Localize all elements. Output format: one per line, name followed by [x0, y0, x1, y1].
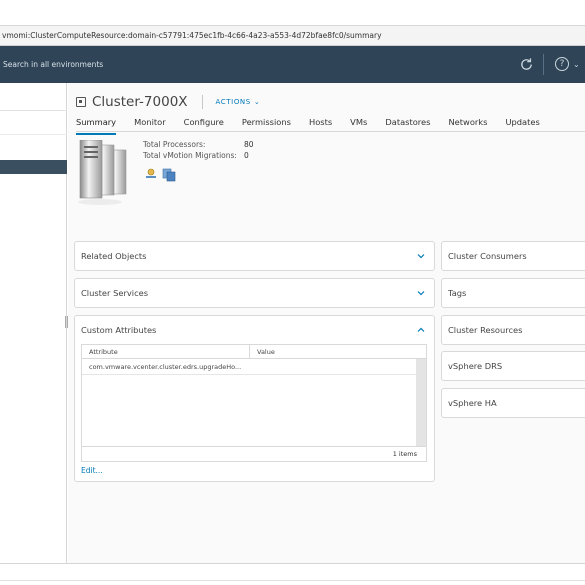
server-cluster-icon	[78, 140, 127, 205]
column-header-attribute[interactable]: Attribute	[89, 345, 118, 359]
cluster-summary-properties: Total Processors: 80 Total vMotion Migrat…	[143, 139, 254, 161]
actions-label: ACTIONS	[215, 98, 251, 106]
attribute-cell: com.vmware.vcenter.cluster.edrs.upgradeH…	[89, 363, 242, 371]
tab-summary[interactable]: Summary	[76, 117, 117, 135]
cluster-services-card[interactable]: Cluster Services	[74, 278, 435, 308]
vsphere-ha-title: vSphere HA	[448, 398, 497, 408]
browser-tab-strip	[0, 0, 585, 26]
tab-permissions[interactable]: Permissions	[242, 117, 291, 131]
summary-status-icons	[145, 168, 176, 182]
column-resize-handle[interactable]	[249, 345, 250, 359]
processors-value: 80	[244, 140, 254, 149]
navigator-sidebar	[0, 83, 68, 563]
table-scrollbar[interactable]	[416, 359, 426, 447]
chevron-down-icon[interactable]: ⌄	[573, 60, 580, 69]
table-footer: 1 items	[82, 446, 426, 461]
edit-attributes-link[interactable]: Edit...	[81, 466, 103, 475]
vsphere-drs-title: vSphere DRS	[448, 361, 503, 371]
cluster-services-title: Cluster Services	[81, 288, 149, 298]
tab-underline-divider	[76, 131, 585, 132]
cluster-consumers-card[interactable]: Cluster Consumers	[441, 241, 585, 271]
related-objects-title: Related Objects	[81, 251, 147, 261]
cluster-consumers-title: Cluster Consumers	[448, 251, 527, 261]
chevron-down-icon[interactable]	[417, 252, 425, 260]
cluster-resources-card[interactable]: Cluster Resources	[441, 315, 585, 345]
tab-vms[interactable]: VMs	[350, 117, 367, 131]
tab-updates[interactable]: Updates	[505, 117, 539, 131]
object-header: Cluster-7000X ACTIONS ⌄	[76, 93, 260, 111]
global-search-input[interactable]: Search in all environments	[3, 46, 103, 83]
cluster-resources-title: Cluster Resources	[448, 325, 523, 335]
sidebar-divider	[0, 110, 67, 111]
tab-datastores[interactable]: Datastores	[385, 117, 430, 131]
table-header: Attribute Value	[82, 345, 426, 359]
app-header: Search in all environments ? ⌄	[0, 46, 585, 83]
header-divider	[543, 54, 544, 75]
actions-menu-button[interactable]: ACTIONS ⌄	[216, 98, 261, 106]
main-content: Cluster-7000X ACTIONS ⌄ Summary Monitor C…	[68, 83, 585, 563]
tab-configure[interactable]: Configure	[184, 117, 224, 131]
drs-icon[interactable]	[145, 168, 157, 180]
tab-monitor[interactable]: Monitor	[134, 117, 166, 131]
page-title: Cluster-7000X	[92, 94, 188, 110]
address-bar[interactable]: vmomi:ClusterComputeResource:domain-c577…	[0, 26, 585, 46]
tags-card[interactable]: Tags	[441, 278, 585, 308]
table-row[interactable]: com.vmware.vcenter.cluster.edrs.upgradeH…	[82, 359, 418, 375]
custom-attributes-card: Custom Attributes Attribute Value com.vm…	[74, 315, 435, 482]
refresh-icon[interactable]	[519, 57, 534, 72]
vsphere-drs-card[interactable]: vSphere DRS	[441, 351, 585, 381]
chevron-down-icon[interactable]	[417, 289, 425, 297]
vsphere-ha-card[interactable]: vSphere HA	[441, 388, 585, 418]
item-count: 1 items	[392, 450, 417, 458]
column-header-value[interactable]: Value	[257, 345, 275, 359]
title-divider	[201, 95, 203, 109]
vmotion-label: Total vMotion Migrations:	[143, 151, 237, 160]
chevron-up-icon[interactable]	[417, 326, 425, 334]
chevron-down-icon: ⌄	[253, 98, 261, 106]
tab-bar: Summary Monitor Configure Permissions Ho…	[76, 117, 558, 135]
attributes-table: Attribute Value com.vmware.vcenter.clust…	[81, 344, 427, 462]
processors-label: Total Processors:	[143, 140, 206, 149]
bottom-divider	[0, 580, 585, 581]
related-objects-card[interactable]: Related Objects	[74, 241, 435, 271]
vmotion-value: 0	[244, 151, 249, 160]
tags-title: Tags	[448, 288, 467, 298]
tab-hosts[interactable]: Hosts	[309, 117, 332, 131]
custom-attributes-title: Custom Attributes	[81, 325, 157, 335]
help-icon[interactable]: ?	[555, 57, 569, 71]
sidebar-selected-item[interactable]	[0, 160, 67, 174]
bottom-panel-bar	[0, 563, 585, 585]
tab-networks[interactable]: Networks	[448, 117, 487, 131]
cluster-icon	[76, 97, 86, 107]
sidebar-divider	[0, 134, 67, 135]
ha-icon[interactable]	[162, 168, 176, 182]
